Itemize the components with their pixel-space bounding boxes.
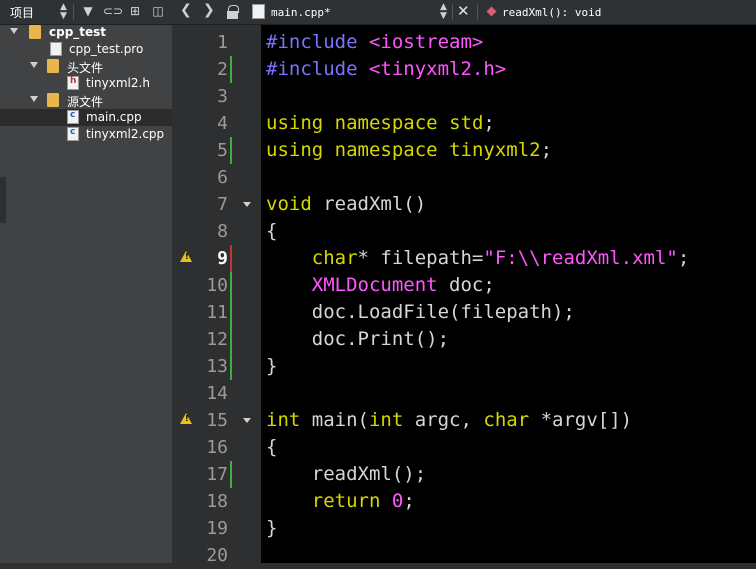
changed-line-marker <box>230 272 232 380</box>
expand-arrow-icon[interactable] <box>30 96 38 102</box>
line-number: 4 <box>217 113 228 134</box>
line-number: 3 <box>217 86 228 107</box>
symbol-selector[interactable]: readXml(): void <box>502 6 601 19</box>
code-line: using namespace tinyxml2; <box>266 139 553 161</box>
tree-item-label: main.cpp <box>86 110 142 124</box>
source-file-icon <box>67 110 79 124</box>
expand-arrow-icon[interactable] <box>10 28 18 34</box>
project-panel-toolbar: 项目 ▲ ▼ ▼ ⊂⊃ ⊞ ◫ <box>0 0 172 25</box>
code-line: doc.Print(); <box>311 328 450 350</box>
back-arrow-icon[interactable]: ❮ <box>180 2 192 18</box>
tree-item-tinyxml2-h[interactable]: tinyxml2.h <box>0 75 172 92</box>
cpp-file-icon <box>252 4 265 19</box>
project-folder-icon <box>29 25 41 39</box>
code-line: return 0; <box>311 490 415 512</box>
line-number: 5 <box>217 140 228 161</box>
folder-icon <box>47 93 59 107</box>
code-line: #include <iostream> <box>266 31 484 53</box>
tree-item-pro-file[interactable]: cpp_test.pro <box>0 41 172 58</box>
lock-body <box>227 11 238 19</box>
unsaved-line-marker <box>230 245 232 272</box>
code-line: int main(int argc, char *argv[]) <box>266 409 633 431</box>
line-number: 6 <box>217 167 228 188</box>
line-number: 19 <box>206 518 228 539</box>
fold-arrow-icon[interactable] <box>243 418 251 423</box>
expand-arrow-icon[interactable] <box>30 62 38 68</box>
code-line: #include <tinyxml2.h> <box>266 58 507 80</box>
close-document-icon[interactable]: ✕ <box>457 2 470 20</box>
line-number: 11 <box>206 302 228 323</box>
panel-title: 项目 <box>10 6 35 20</box>
panel-edge-handle[interactable] <box>0 177 6 223</box>
code-line: XMLDocument doc; <box>311 274 495 296</box>
project-panel: 项目 ▲ ▼ ▼ ⊂⊃ ⊞ ◫ cpp_test cpp_test.pro 头文件… <box>0 0 172 563</box>
code-editor[interactable]: #include <iostream> #include <tinyxml2.h… <box>261 25 756 563</box>
line-number: 1 <box>217 32 228 53</box>
warning-icon[interactable] <box>180 413 192 424</box>
changed-line-marker <box>230 461 232 488</box>
folder-icon <box>47 59 59 73</box>
line-number: 10 <box>206 275 228 296</box>
forward-arrow-icon[interactable]: ❯ <box>203 2 215 18</box>
line-number: 2 <box>217 59 228 80</box>
tree-item-main-cpp[interactable]: main.cpp <box>0 109 172 126</box>
line-number: 20 <box>206 545 228 566</box>
changed-line-marker <box>230 137 232 164</box>
tree-item-label: 源文件 <box>67 95 104 109</box>
code-line: using namespace std; <box>266 112 495 134</box>
tree-item-label: tinyxml2.h <box>86 76 150 90</box>
warning-icon[interactable] <box>180 251 192 262</box>
code-line: } <box>266 517 278 539</box>
code-line: doc.LoadFile(filepath); <box>311 301 575 323</box>
line-number: 12 <box>206 329 228 350</box>
tree-item-project[interactable]: cpp_test <box>0 24 172 41</box>
line-number: 16 <box>206 437 228 458</box>
close-panel-icon[interactable]: ◫ <box>150 3 166 19</box>
code-line: void readXml() <box>266 193 427 215</box>
filter-icon[interactable]: ▼ <box>80 3 96 19</box>
line-number: 18 <box>206 491 228 512</box>
code-line: { <box>266 220 278 242</box>
header-file-icon <box>67 76 79 90</box>
line-number: 7 <box>217 194 228 215</box>
code-line: { <box>266 436 278 458</box>
tree-item-label: 头文件 <box>67 61 104 75</box>
source-file-icon <box>67 127 79 141</box>
fold-arrow-icon[interactable] <box>243 202 251 207</box>
tree-item-label: cpp_test.pro <box>69 42 144 56</box>
code-line: } <box>266 355 278 377</box>
tree-item-label: tinyxml2.cpp <box>86 127 165 141</box>
editor-toolbar: ❮ ❯ main.cpp* ▲ ▼ ✕ readXml(): void <box>172 0 756 25</box>
line-number: 8 <box>217 221 228 242</box>
file-selector-chevron-icon[interactable]: ▲ ▼ <box>440 3 447 21</box>
line-number: 14 <box>206 383 228 404</box>
toolbar-divider <box>452 4 453 20</box>
line-number: 13 <box>206 356 228 377</box>
tree-item-sources-folder[interactable]: 源文件 <box>0 92 172 109</box>
toolbar-divider <box>477 4 478 20</box>
code-line: readXml(); <box>311 463 427 485</box>
tree-item-label: cpp_test <box>49 25 107 39</box>
toolbar-divider <box>73 4 74 20</box>
changed-line-marker <box>230 56 232 83</box>
line-number: 17 <box>206 464 228 485</box>
pro-file-icon <box>50 42 62 56</box>
tree-item-tinyxml2-cpp[interactable]: tinyxml2.cpp <box>0 126 172 143</box>
link-icon[interactable]: ⊂⊃ <box>103 3 123 19</box>
function-symbol-icon <box>486 6 497 17</box>
line-number-gutter: 1 2 3 4 5 6 7 8 9 10 11 12 13 14 15 16 1… <box>172 25 261 566</box>
code-line: char* filepath="F:\\readXml.xml"; <box>311 247 690 269</box>
panel-selector-chevron-icon[interactable]: ▲ ▼ <box>60 3 67 21</box>
split-add-icon[interactable]: ⊞ <box>127 3 143 19</box>
open-file-selector[interactable]: main.cpp* <box>271 6 331 19</box>
tree-item-headers-folder[interactable]: 头文件 <box>0 58 172 75</box>
